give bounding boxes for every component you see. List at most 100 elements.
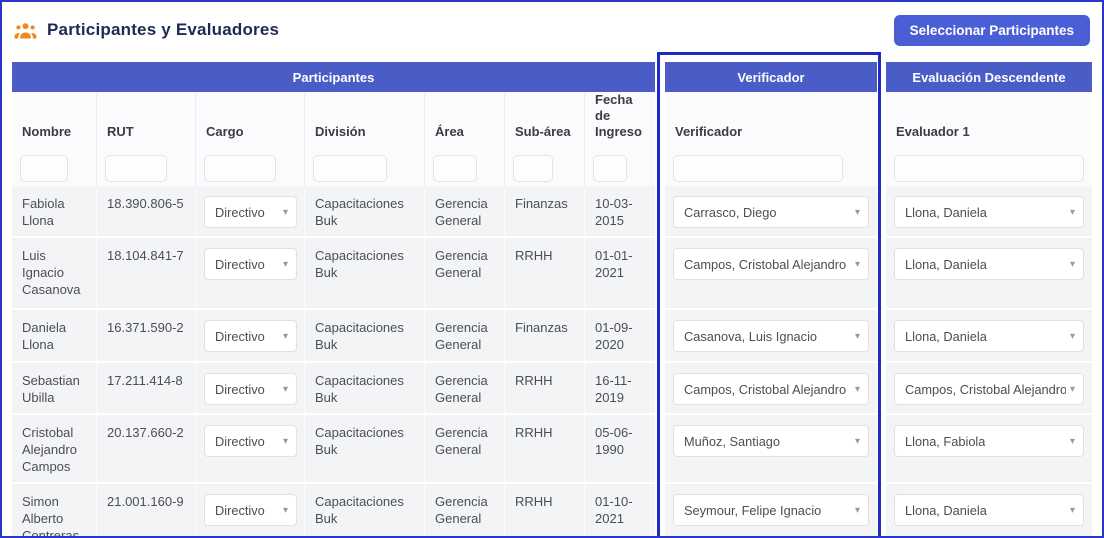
chevron-down-icon: ▾ bbox=[283, 328, 288, 345]
column-header-subarea: Sub-área bbox=[505, 92, 585, 150]
cell-cargo: Directivo ▾ bbox=[196, 415, 305, 484]
cargo-select[interactable]: Directivo ▾ bbox=[204, 425, 297, 457]
cargo-select[interactable]: Directivo ▾ bbox=[204, 494, 297, 526]
cell-area: Gerencia General bbox=[425, 186, 505, 238]
evaluador-1-select[interactable]: Campos, Cristobal Alejandro ▾ bbox=[894, 373, 1084, 405]
cell-subarea: Finanzas bbox=[505, 186, 585, 238]
cargo-select[interactable]: Directivo ▾ bbox=[204, 373, 297, 405]
cell-nombre: Daniela Llona bbox=[12, 310, 97, 363]
cell-evaluador-1: Llona, Daniela ▾ bbox=[886, 484, 1092, 538]
cell-verificador: Carrasco, Diego ▾ bbox=[665, 186, 877, 238]
cargo-select[interactable]: Directivo ▾ bbox=[204, 320, 297, 352]
filter-input-area[interactable] bbox=[433, 155, 477, 182]
verificador-select[interactable]: Campos, Cristobal Alejandro ▾ bbox=[673, 373, 869, 405]
verificador-select[interactable]: Campos, Cristobal Alejandro ▾ bbox=[673, 248, 869, 280]
evaluador-1-select[interactable]: Llona, Fabiola ▾ bbox=[894, 425, 1084, 457]
cell-evaluador-1: Llona, Daniela ▾ bbox=[886, 186, 1092, 238]
verificador-select[interactable]: Carrasco, Diego ▾ bbox=[673, 196, 869, 228]
evaluador-1-select[interactable]: Llona, Daniela ▾ bbox=[894, 196, 1084, 228]
filter-cell-division bbox=[305, 150, 425, 186]
cell-cargo: Directivo ▾ bbox=[196, 484, 305, 538]
cell-subarea: RRHH bbox=[505, 415, 585, 484]
cell-verificador: Casanova, Luis Ignacio ▾ bbox=[665, 310, 877, 363]
panel-header: Participantes y Evaluadores Seleccionar … bbox=[12, 2, 1092, 62]
cell-area: Gerencia General bbox=[425, 415, 505, 484]
chevron-down-icon: ▾ bbox=[283, 256, 288, 273]
group-header-evaluacion-descendente: Evaluación Descendente bbox=[886, 62, 1092, 92]
cell-division: Capacitaciones Buk bbox=[305, 363, 425, 415]
column-header-cargo: Cargo bbox=[196, 92, 305, 150]
evaluador-1-select[interactable]: Llona, Daniela ▾ bbox=[894, 494, 1084, 526]
users-group-icon bbox=[14, 21, 37, 40]
cell-rut: 20.137.660-2 bbox=[97, 415, 196, 484]
filter-input-evaluador-1[interactable] bbox=[894, 155, 1084, 182]
evaluador-1-select[interactable]: Llona, Daniela ▾ bbox=[894, 320, 1084, 352]
chevron-down-icon: ▾ bbox=[283, 433, 288, 450]
verificador-select-value: Campos, Cristobal Alejandro bbox=[684, 381, 846, 398]
cell-verificador: Campos, Cristobal Alejandro ▾ bbox=[665, 238, 877, 310]
cell-area: Gerencia General bbox=[425, 238, 505, 310]
verificador-select-value: Muñoz, Santiago bbox=[684, 433, 780, 450]
page-title: Participantes y Evaluadores bbox=[47, 20, 279, 40]
cell-division: Capacitaciones Buk bbox=[305, 310, 425, 363]
verificador-select[interactable]: Seymour, Felipe Ignacio ▾ bbox=[673, 494, 869, 526]
chevron-down-icon: ▾ bbox=[283, 502, 288, 519]
evaluador-1-select[interactable]: Llona, Daniela ▾ bbox=[894, 248, 1084, 280]
cell-division: Capacitaciones Buk bbox=[305, 415, 425, 484]
cargo-select-value: Directivo bbox=[215, 204, 265, 221]
chevron-down-icon: ▾ bbox=[855, 502, 860, 519]
cell-nombre: Fabiola Llona bbox=[12, 186, 97, 238]
cargo-select-value: Directivo bbox=[215, 256, 265, 273]
select-participants-button[interactable]: Seleccionar Participantes bbox=[894, 15, 1090, 46]
cell-cargo: Directivo ▾ bbox=[196, 238, 305, 310]
verificador-select-value: Seymour, Felipe Ignacio bbox=[684, 502, 821, 519]
chevron-down-icon: ▾ bbox=[855, 433, 860, 450]
verificador-select[interactable]: Casanova, Luis Ignacio ▾ bbox=[673, 320, 869, 352]
cell-subarea: RRHH bbox=[505, 238, 585, 310]
filter-cell-cargo bbox=[196, 150, 305, 186]
filter-cell-area bbox=[425, 150, 505, 186]
cell-verificador: Muñoz, Santiago ▾ bbox=[665, 415, 877, 484]
cell-division: Capacitaciones Buk bbox=[305, 186, 425, 238]
chevron-down-icon: ▾ bbox=[1070, 256, 1075, 273]
cargo-select[interactable]: Directivo ▾ bbox=[204, 248, 297, 280]
filter-input-subarea[interactable] bbox=[513, 155, 553, 182]
verificador-select[interactable]: Muñoz, Santiago ▾ bbox=[673, 425, 869, 457]
filter-input-fecha[interactable] bbox=[593, 155, 627, 182]
filter-cell-fecha bbox=[585, 150, 655, 186]
cell-cargo: Directivo ▾ bbox=[196, 186, 305, 238]
filter-input-cargo[interactable] bbox=[204, 155, 276, 182]
cell-rut: 16.371.590-2 bbox=[97, 310, 196, 363]
participants-table: Participantes Verificador Evaluación Des… bbox=[12, 62, 1092, 538]
cargo-select-value: Directivo bbox=[215, 381, 265, 398]
verificador-select-value: Casanova, Luis Ignacio bbox=[684, 328, 817, 345]
evaluador-1-select-value: Campos, Cristobal Alejandro bbox=[905, 381, 1066, 398]
chevron-down-icon: ▾ bbox=[1070, 433, 1075, 450]
cell-nombre: Sebastian Ubilla bbox=[12, 363, 97, 415]
chevron-down-icon: ▾ bbox=[283, 381, 288, 398]
cargo-select-value: Directivo bbox=[215, 328, 265, 345]
cell-division: Capacitaciones Buk bbox=[305, 238, 425, 310]
cell-cargo: Directivo ▾ bbox=[196, 363, 305, 415]
cell-rut: 21.001.160-9 bbox=[97, 484, 196, 538]
cell-area: Gerencia General bbox=[425, 363, 505, 415]
filter-input-verificador[interactable] bbox=[673, 155, 843, 182]
verificador-select-value: Carrasco, Diego bbox=[684, 204, 776, 221]
cell-nombre: Simon Alberto Contreras bbox=[12, 484, 97, 538]
cell-division: Capacitaciones Buk bbox=[305, 484, 425, 538]
cell-area: Gerencia General bbox=[425, 310, 505, 363]
chevron-down-icon: ▾ bbox=[1070, 204, 1075, 221]
filter-cell-evaluador-1 bbox=[886, 150, 1092, 186]
participants-evaluators-panel: Participantes y Evaluadores Seleccionar … bbox=[0, 0, 1104, 538]
cell-subarea: RRHH bbox=[505, 484, 585, 538]
cell-evaluador-1: Llona, Daniela ▾ bbox=[886, 238, 1092, 310]
title-wrap: Participantes y Evaluadores bbox=[14, 20, 279, 40]
filter-input-rut[interactable] bbox=[105, 155, 167, 182]
filter-input-nombre[interactable] bbox=[20, 155, 68, 182]
chevron-down-icon: ▾ bbox=[855, 381, 860, 398]
evaluador-1-select-value: Llona, Fabiola bbox=[905, 433, 985, 450]
filter-input-division[interactable] bbox=[313, 155, 387, 182]
evaluador-1-select-value: Llona, Daniela bbox=[905, 204, 987, 221]
cargo-select[interactable]: Directivo ▾ bbox=[204, 196, 297, 228]
chevron-down-icon: ▾ bbox=[283, 204, 288, 221]
